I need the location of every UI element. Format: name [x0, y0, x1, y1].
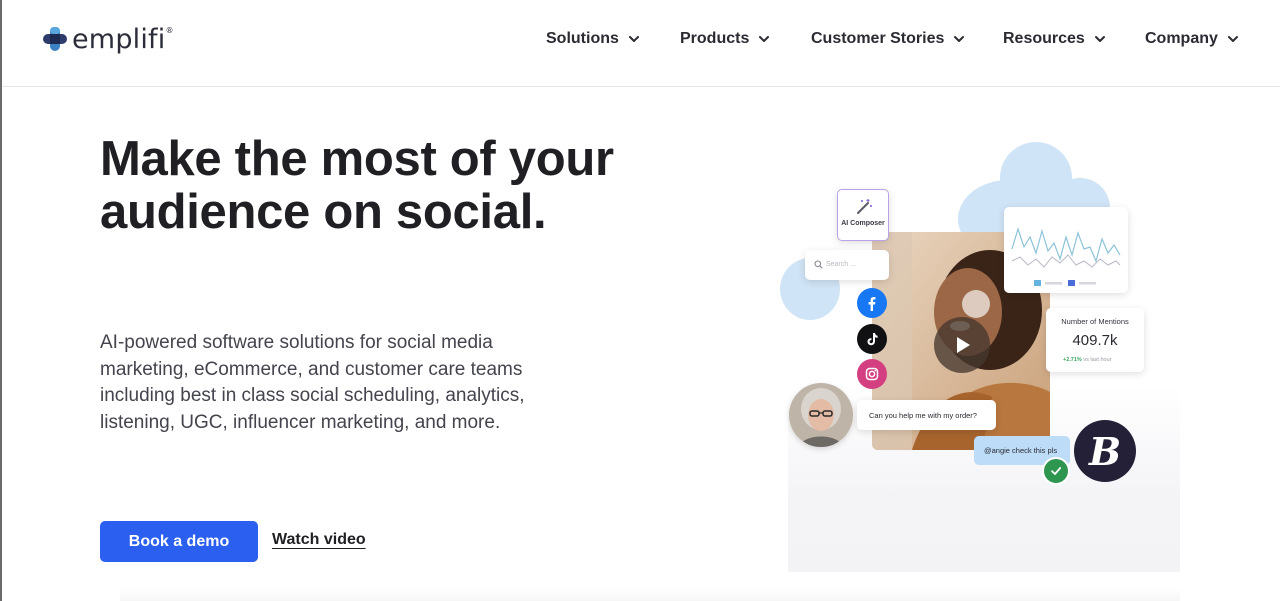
analytics-chart-card: [1004, 207, 1128, 293]
site-header: emplifi® Solutions Products Customer Sto…: [2, 0, 1280, 87]
tiktok-icon: [857, 324, 887, 354]
nav-resources[interactable]: Resources: [1003, 30, 1106, 48]
search-card[interactable]: Search ...: [805, 250, 889, 280]
customer-avatar: [789, 383, 853, 447]
nav-customer-stories[interactable]: Customer Stories: [811, 30, 965, 48]
chevron-down-icon: [1227, 36, 1238, 42]
hero-illustration: AI Composer Search ... Number of Mention…: [778, 140, 1180, 572]
emplifi-logo[interactable]: emplifi®: [42, 22, 174, 56]
search-placeholder: Search ...: [826, 261, 856, 268]
nav-label: Solutions: [546, 30, 619, 47]
logo-mark-icon: [43, 27, 67, 51]
chevron-down-icon: [954, 36, 965, 42]
mentions-stat-card: Number of Mentions 409.7k +2.71% vs last…: [1046, 308, 1144, 372]
magic-wand-icon: [857, 199, 872, 214]
customer-message-text: Can you help me with my order?: [869, 411, 977, 420]
nav-company[interactable]: Company: [1145, 30, 1239, 48]
section-shadow: [120, 588, 1180, 601]
facebook-icon: [857, 288, 887, 318]
watch-video-link[interactable]: Watch video: [272, 531, 366, 549]
ai-composer-label: AI Composer: [841, 220, 885, 227]
nav-label: Resources: [1003, 30, 1085, 47]
ai-composer-card[interactable]: AI Composer: [837, 189, 889, 241]
chevron-down-icon: [1094, 36, 1105, 42]
hero-headline: Make the most of your audience on social…: [100, 132, 614, 239]
customer-message-bubble: Can you help me with my order?: [857, 400, 996, 430]
mentions-change: +2.71% vs last hour: [1063, 357, 1111, 363]
instagram-icon: [857, 359, 887, 389]
nav-products[interactable]: Products: [680, 30, 770, 48]
window-edge: [0, 0, 2, 601]
book-demo-button[interactable]: Book a demo: [100, 521, 258, 562]
nav-label: Customer Stories: [811, 30, 945, 47]
nav-label: Products: [680, 30, 750, 47]
mentions-change-suffix: vs last hour: [1083, 357, 1112, 363]
chevron-down-icon: [759, 36, 770, 42]
mentions-label: Number of Mentions: [1061, 317, 1129, 326]
checkmark-icon: [1042, 457, 1070, 485]
chevron-down-icon: [628, 36, 639, 42]
hero-subtext: AI-powered software solutions for social…: [100, 332, 525, 433]
agent-message-text: @angie check this pls: [984, 446, 1058, 455]
logo-wordmark: emplifi®: [72, 23, 174, 55]
mentions-change-pct: +2.71%: [1063, 357, 1082, 363]
mentions-value: 409.7k: [1072, 332, 1118, 349]
play-video-button[interactable]: [934, 317, 990, 373]
search-icon: [814, 260, 823, 269]
nav-solutions[interactable]: Solutions: [546, 30, 640, 48]
play-icon: [957, 337, 970, 353]
brand-logo-badge: B: [1074, 420, 1136, 482]
nav-label: Company: [1145, 30, 1218, 47]
